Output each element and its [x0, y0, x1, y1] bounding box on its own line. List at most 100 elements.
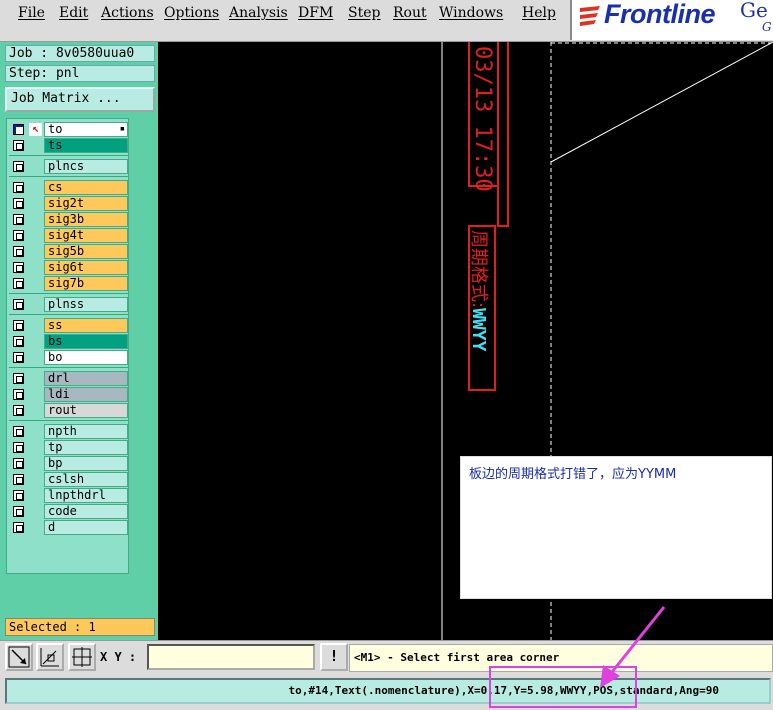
- layer-checkbox[interactable]: [13, 246, 24, 257]
- layer-name[interactable]: d: [44, 520, 128, 535]
- layer-checkbox[interactable]: [13, 140, 24, 151]
- layer-row-d[interactable]: d: [10, 520, 128, 535]
- menu-file[interactable]: File: [18, 5, 45, 21]
- layer-row-lnpthdrl[interactable]: lnpthdrl: [10, 488, 128, 503]
- menu-help[interactable]: Help: [522, 5, 556, 21]
- date-text-frame-outer: [497, 42, 509, 227]
- layer-checkbox[interactable]: [13, 214, 24, 225]
- layer-checkbox[interactable]: [13, 336, 24, 347]
- layer-checkbox[interactable]: [13, 182, 24, 193]
- layer-name[interactable]: code: [44, 504, 128, 519]
- menu-options[interactable]: Options: [164, 5, 219, 21]
- layer-row-code[interactable]: code: [10, 504, 128, 519]
- layer-row-cslsh[interactable]: cslsh: [10, 472, 128, 487]
- layer-checkbox[interactable]: [13, 389, 24, 400]
- layer-name[interactable]: cslsh: [44, 472, 128, 487]
- menu-analysis[interactable]: Analysis: [229, 5, 288, 21]
- layer-name[interactable]: ss: [44, 318, 128, 333]
- layer-group-separator: [9, 420, 128, 421]
- layer-name[interactable]: bo: [44, 350, 128, 365]
- layer-group-separator: [9, 176, 128, 177]
- layer-checkbox[interactable]: [13, 161, 24, 172]
- grid-icon: [72, 647, 92, 667]
- frontline-logo-mark-icon: [580, 6, 600, 26]
- layer-row-sig2t[interactable]: sig2t: [10, 196, 128, 211]
- logo-extra-subtext: G: [762, 20, 772, 34]
- layer-checkbox[interactable]: [13, 124, 24, 135]
- menu-edit[interactable]: Edit: [59, 5, 88, 21]
- layer-checkbox[interactable]: [13, 373, 24, 384]
- highlight-box: [489, 666, 637, 708]
- layer-name[interactable]: sig7b: [44, 276, 128, 291]
- layer-row-to[interactable]: ↖ to ▪: [10, 122, 128, 137]
- layer-name[interactable]: ldi: [44, 387, 128, 402]
- layer-checkbox[interactable]: [13, 262, 24, 273]
- layer-row-tp[interactable]: tp: [10, 440, 128, 455]
- menu-actions[interactable]: Actions: [101, 5, 154, 21]
- menu-dfm[interactable]: DFM: [298, 5, 333, 21]
- menu-rout[interactable]: Rout: [393, 5, 427, 21]
- layer-row-rout[interactable]: rout: [10, 403, 128, 418]
- layer-checkbox[interactable]: [13, 320, 24, 331]
- layer-checkbox[interactable]: [13, 352, 24, 363]
- layer-row-sig3b[interactable]: sig3b: [10, 212, 128, 227]
- layer-checkbox[interactable]: [13, 426, 24, 437]
- menu-windows[interactable]: Windows: [439, 5, 503, 21]
- layer-row-plnss[interactable]: plnss: [10, 297, 128, 312]
- layer-checkbox[interactable]: [13, 522, 24, 533]
- zoom-area-button[interactable]: [5, 643, 33, 671]
- xy-coordinate-input[interactable]: [147, 644, 315, 670]
- layer-name[interactable]: cs: [44, 180, 128, 195]
- layer-row-cs[interactable]: cs: [10, 180, 128, 195]
- layer-row-drl[interactable]: drl: [10, 371, 128, 386]
- layer-checkbox[interactable]: [13, 458, 24, 469]
- layer-checkbox[interactable]: [13, 506, 24, 517]
- layer-name[interactable]: sig3b: [44, 212, 128, 227]
- layer-checkbox[interactable]: [13, 442, 24, 453]
- layer-name[interactable]: plnss: [44, 297, 128, 312]
- layer-checkbox[interactable]: [13, 198, 24, 209]
- layer-row-npth[interactable]: npth: [10, 424, 128, 439]
- layer-row-bs[interactable]: bs: [10, 334, 128, 349]
- layer-group-separator: [9, 293, 128, 294]
- layer-row-ts[interactable]: ts: [10, 138, 128, 153]
- layer-name[interactable]: to ▪: [44, 122, 128, 137]
- layer-row-sig6t[interactable]: sig6t: [10, 260, 128, 275]
- layer-name[interactable]: lnpthdrl: [44, 488, 128, 503]
- layer-name[interactable]: npth: [44, 424, 128, 439]
- layer-checkbox[interactable]: [13, 490, 24, 501]
- layer-row-ldi[interactable]: ldi: [10, 387, 128, 402]
- logo-extra-text: Ge: [740, 0, 768, 22]
- layer-row-plncs[interactable]: plncs: [10, 159, 128, 174]
- layer-checkbox[interactable]: [13, 405, 24, 416]
- layer-row-ss[interactable]: ss: [10, 318, 128, 333]
- layer-name[interactable]: sig5b: [44, 244, 128, 259]
- layer-name[interactable]: drl: [44, 371, 128, 386]
- layer-row-sig4t[interactable]: sig4t: [10, 228, 128, 243]
- layer-name[interactable]: ts: [44, 138, 128, 153]
- job-matrix-button[interactable]: Job Matrix ...: [5, 87, 155, 112]
- grid-tool-button[interactable]: [68, 643, 96, 671]
- exclamation-button[interactable]: !: [320, 643, 348, 671]
- layer-name[interactable]: bp: [44, 456, 128, 471]
- feature-info-status: to,#14,Text(.nomenclature),X=0.17,Y=5.98…: [5, 678, 771, 704]
- layer-name[interactable]: plncs: [44, 159, 128, 174]
- layer-row-sig5b[interactable]: sig5b: [10, 244, 128, 259]
- layer-name[interactable]: rout: [44, 403, 128, 418]
- layer-name[interactable]: tp: [44, 440, 128, 455]
- layer-name[interactable]: sig6t: [44, 260, 128, 275]
- layer-name[interactable]: sig2t: [44, 196, 128, 211]
- bottom-toolbar: X Y : ! <M1> - Select first area corner: [0, 640, 773, 674]
- layer-checkbox[interactable]: [13, 230, 24, 241]
- menu-step[interactable]: Step: [348, 5, 380, 21]
- layer-name[interactable]: bs: [44, 334, 128, 349]
- layer-checkbox[interactable]: [13, 278, 24, 289]
- layer-row-bo[interactable]: bo: [10, 350, 128, 365]
- layer-checkbox[interactable]: [13, 474, 24, 485]
- layer-row-sig7b[interactable]: sig7b: [10, 276, 128, 291]
- format-text: 周期格式:WWYY: [467, 230, 493, 390]
- layer-checkbox[interactable]: [13, 299, 24, 310]
- snap-tool-button[interactable]: [36, 643, 64, 671]
- layer-row-bp[interactable]: bp: [10, 456, 128, 471]
- layer-name[interactable]: sig4t: [44, 228, 128, 243]
